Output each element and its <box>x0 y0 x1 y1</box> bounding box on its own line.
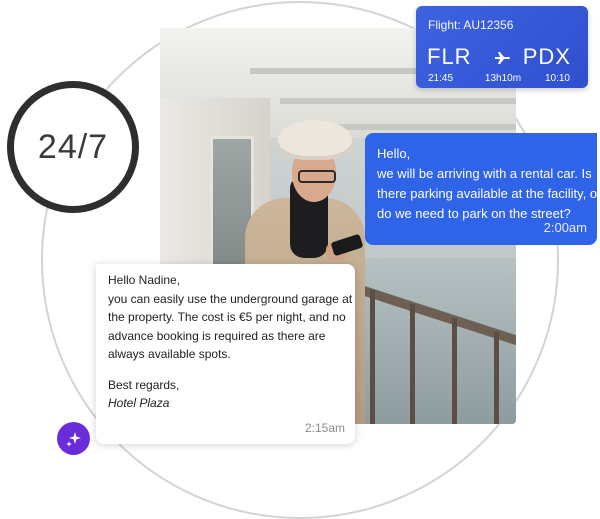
message-line: Hello, <box>377 146 411 161</box>
departure-time: 21:45 <box>428 73 454 84</box>
message-line: there parking available at the facility,… <box>377 186 600 201</box>
ai-assistant-button[interactable] <box>57 422 90 455</box>
message-closing: Best regards, <box>108 377 180 392</box>
message-line: advance booking is required as there are <box>108 328 326 343</box>
message-line: the property. The cost is €5 per night, … <box>108 310 346 324</box>
destination-code: PDX <box>522 44 571 69</box>
availability-text: 24/7 <box>37 127 109 166</box>
message-line: we will be arriving with a rental car. I… <box>377 166 592 181</box>
message-line: you can easily use the underground garag… <box>108 291 353 306</box>
message-signature: Hotel Plaza <box>108 396 170 410</box>
message-timestamp: 2:15am <box>304 420 345 435</box>
arrival-time: 10:10 <box>544 73 570 84</box>
origin-code: FLR <box>427 44 472 69</box>
flight-number: Flight: AU12356 <box>428 18 514 32</box>
message-line: Hello Nadine, <box>108 273 181 287</box>
message-timestamp: 2:00am <box>543 220 587 235</box>
guest-message-bubble: Hello, we will be arriving with a rental… <box>365 133 600 245</box>
message-line: always available spots. <box>108 347 231 361</box>
flight-duration: 13h10m <box>484 73 522 84</box>
airplane-icon <box>495 52 510 64</box>
flight-card: Flight: AU12356 FLR PDX 21:45 13h10m 10:… <box>416 6 588 88</box>
sparkle-icon <box>65 431 81 447</box>
reply-message-bubble: Hello Nadine, you can easily use the und… <box>96 264 355 444</box>
availability-badge: 24/7 <box>7 81 139 213</box>
